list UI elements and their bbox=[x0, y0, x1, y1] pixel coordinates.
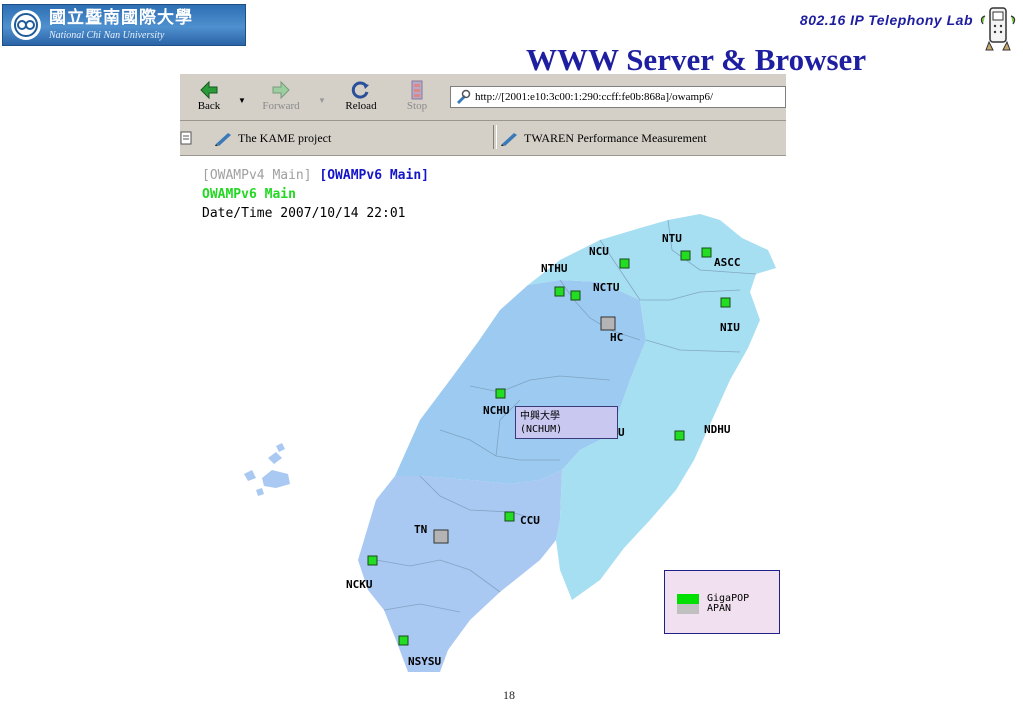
reload-icon bbox=[351, 81, 369, 99]
node-ncu[interactable] bbox=[619, 258, 630, 269]
legend-label-apan: APAN bbox=[707, 603, 732, 614]
node-nchu[interactable] bbox=[495, 388, 506, 399]
penghu-islands bbox=[244, 443, 290, 496]
reload-button[interactable]: Reload bbox=[336, 80, 386, 112]
bookmark-kame-label: The KAME project bbox=[238, 130, 332, 145]
bookmark-icon bbox=[215, 133, 231, 146]
node-ntu[interactable] bbox=[680, 250, 691, 261]
label-hc: HC bbox=[610, 331, 623, 344]
slide-title: WWW Server & Browser bbox=[526, 42, 867, 77]
node-ncku[interactable] bbox=[367, 555, 378, 566]
node-nthu[interactable] bbox=[554, 286, 565, 297]
forward-button[interactable]: Forward bbox=[256, 80, 306, 112]
university-seal-icon bbox=[11, 10, 41, 40]
forward-arrow-icon bbox=[272, 80, 290, 100]
logo-english-name: National Chi Nan University bbox=[49, 29, 165, 41]
label-tn: TN bbox=[414, 523, 427, 536]
node-ndhu[interactable] bbox=[674, 430, 685, 441]
node-niu[interactable] bbox=[720, 297, 731, 308]
map-region-south bbox=[358, 470, 562, 672]
back-button[interactable]: Back bbox=[184, 80, 234, 112]
page-icon bbox=[457, 89, 471, 104]
node-ccu[interactable] bbox=[504, 511, 515, 522]
stop-button[interactable]: Stop bbox=[392, 80, 442, 112]
bookmark-separator bbox=[493, 125, 497, 149]
node-tn[interactable] bbox=[433, 529, 449, 544]
legend-swatch-gigapop bbox=[677, 593, 699, 604]
node-nctu[interactable] bbox=[570, 290, 581, 301]
node-tooltip: 中興大學 (NCHUM) bbox=[515, 406, 618, 439]
label-niu: NIU bbox=[720, 321, 740, 334]
university-logo: 國立暨南國際大學 National Chi Nan University bbox=[2, 4, 246, 46]
address-url: http://[2001:e10:3c00:1:290:ccff:fe0b:86… bbox=[475, 91, 714, 103]
node-hc[interactable] bbox=[600, 316, 616, 331]
bookmark-kame[interactable]: The KAME project bbox=[214, 125, 331, 151]
legend-apan: APAN bbox=[677, 603, 731, 614]
node-ascc[interactable] bbox=[701, 247, 712, 258]
label-nsysu: NSYSU bbox=[408, 655, 441, 668]
address-bar[interactable]: http://[2001:e10:3c00:1:290:ccff:fe0b:86… bbox=[450, 86, 786, 108]
label-ascc: ASCC bbox=[714, 256, 741, 269]
back-arrow-icon bbox=[200, 80, 218, 100]
label-ndhu: NDHU bbox=[704, 423, 731, 436]
node-nsysu[interactable] bbox=[398, 635, 409, 646]
forward-dropdown-icon[interactable]: ▼ bbox=[318, 96, 326, 105]
bookmarks-toolbar: The KAME project TWAREN Performance Meas… bbox=[180, 121, 786, 156]
forward-label: Forward bbox=[262, 100, 300, 112]
phone-mascot-icon bbox=[980, 7, 1016, 51]
label-u: U bbox=[618, 426, 625, 439]
tooltip-line-1: 中興大學 bbox=[520, 411, 560, 422]
bookmark-twaren-label: TWAREN Performance Measurement bbox=[524, 130, 707, 145]
browser-toolbar: Back ▼ Forward ▼ Reload Stop http://[200… bbox=[180, 74, 786, 121]
reload-label: Reload bbox=[345, 100, 377, 112]
tooltip-line-2: (NCHUM) bbox=[520, 424, 563, 435]
map-legend: GigaPOP APAN bbox=[664, 570, 780, 634]
page-number: 18 bbox=[503, 688, 515, 702]
bookmark-icon bbox=[501, 133, 517, 146]
label-nctu: NCTU bbox=[593, 281, 620, 294]
lab-name: 802.16 IP Telephony Lab bbox=[799, 12, 973, 28]
legend-swatch-apan bbox=[677, 603, 699, 614]
label-nchu: NCHU bbox=[483, 404, 510, 417]
label-ccu: CCU bbox=[520, 514, 540, 527]
label-ncu: NCU bbox=[589, 245, 609, 258]
stop-icon bbox=[411, 80, 423, 100]
back-label: Back bbox=[197, 100, 221, 112]
bookmark-twaren[interactable]: TWAREN Performance Measurement bbox=[500, 125, 707, 151]
stop-label: Stop bbox=[406, 100, 428, 112]
label-nthu: NTHU bbox=[541, 262, 568, 275]
label-ncku: NCKU bbox=[346, 578, 373, 591]
logo-chinese-name: 國立暨南國際大學 bbox=[49, 7, 193, 28]
bookmarks-menu-icon[interactable] bbox=[180, 131, 192, 145]
label-ntu: NTU bbox=[662, 232, 682, 245]
back-dropdown-icon[interactable]: ▼ bbox=[238, 96, 246, 105]
